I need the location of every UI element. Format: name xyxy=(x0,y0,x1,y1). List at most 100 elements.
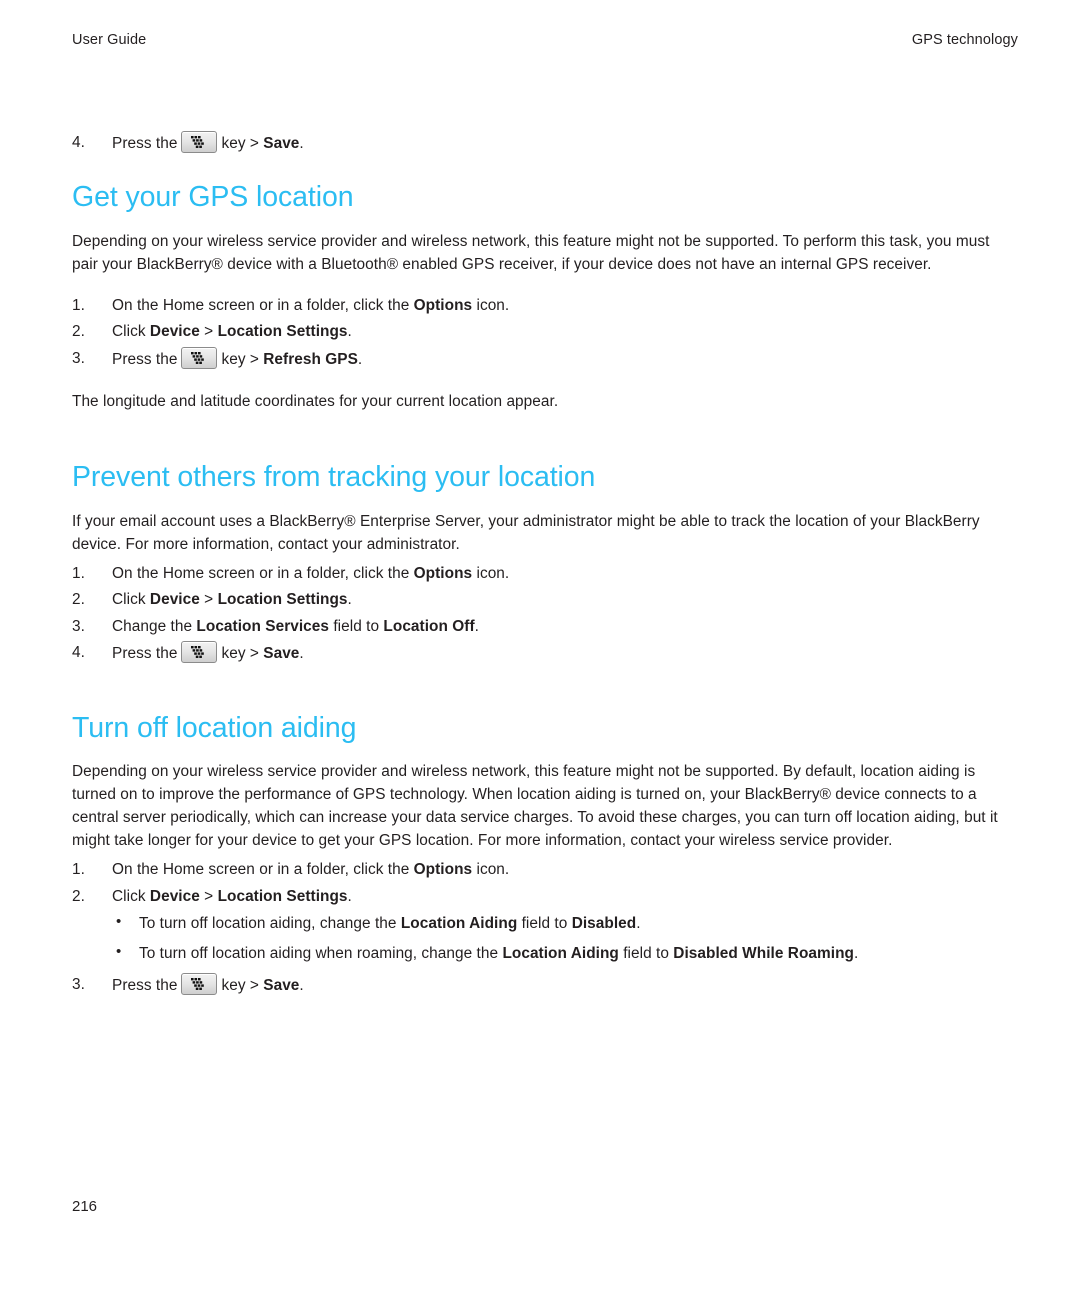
step-text-bold-2: Save xyxy=(263,645,300,663)
bullet-text-bold: Location Aiding xyxy=(502,945,619,963)
blackberry-menu-key-icon xyxy=(181,641,218,664)
list-item: 3. Change the Location Services field to … xyxy=(72,615,1018,638)
step-text-end: . xyxy=(347,591,352,609)
section-outro-1: The longitude and latitude coordinates f… xyxy=(72,393,559,411)
step-text-mid: icon. xyxy=(472,297,510,315)
list-item: • To turn off location aiding when roamin… xyxy=(112,942,1018,965)
document-page: User Guide GPS technology 4. Press the key… xyxy=(0,0,1080,1296)
list-number: 2. xyxy=(72,887,85,905)
list-item: • To turn off location aiding, change the… xyxy=(112,912,1018,935)
section-intro-1: Depending on your wireless service provi… xyxy=(72,233,990,274)
running-header: User Guide GPS technology xyxy=(72,32,1018,48)
step-text-pre: Press the xyxy=(112,350,178,368)
blackberry-menu-key-icon xyxy=(181,346,218,369)
section-heading-1: Get your GPS location xyxy=(72,181,354,214)
step-text-mid: key > xyxy=(221,645,264,663)
step-text-mid: icon. xyxy=(472,861,510,879)
step-text-bold-2: Location Off xyxy=(383,617,475,635)
bullet-text-pre: To turn off location aiding, change the xyxy=(139,914,401,932)
list-number: 1. xyxy=(72,861,85,879)
bullet-text-mid: field to xyxy=(618,945,674,963)
step-text-bold: Device xyxy=(149,591,200,609)
step-list-2: 1. On the Home screen or in a folder, cli… xyxy=(72,562,1018,666)
list-number: 3. xyxy=(72,975,85,993)
blackberry-menu-key-icon xyxy=(181,131,218,153)
bullet-marker: • xyxy=(116,912,122,930)
step-text-bold-2: Save xyxy=(263,976,300,994)
bullet-text-end: . xyxy=(636,914,641,932)
page-content: 4. Press the key > Save. Get your GPS loca… xyxy=(72,131,1018,1000)
step-text-end: . xyxy=(347,323,352,341)
step-text-bold: Options xyxy=(413,861,473,879)
bullet-text-mid: field to xyxy=(517,914,572,932)
step-text-pre: Press the xyxy=(112,645,178,663)
step-text-pre: Press the xyxy=(112,976,178,994)
list-number: 1. xyxy=(72,297,85,315)
step-text-bold: Options xyxy=(413,297,473,315)
list-item: 1. On the Home screen or in a folder, cli… xyxy=(72,562,1018,585)
list-number: 1. xyxy=(72,564,85,582)
step-text-bold-2: Refresh GPS xyxy=(263,350,358,368)
step-text-end: . xyxy=(347,887,352,905)
section-heading-2: Prevent others from tracking your locati… xyxy=(72,461,596,494)
step-text-pre: Press the xyxy=(112,135,178,152)
step-list-3: 1. On the Home screen or in a folder, cli… xyxy=(72,858,1018,997)
bullet-text-end: . xyxy=(853,945,859,963)
step-text-bold: Location Services xyxy=(196,617,330,635)
step-text-end: . xyxy=(474,617,479,635)
page-number: 216 xyxy=(72,1198,98,1215)
step-text-bold-2: Location Settings xyxy=(217,323,348,341)
step-text-mid: icon. xyxy=(472,564,510,582)
step-text-mid: field to xyxy=(329,617,384,635)
step-text-end: . xyxy=(299,135,304,152)
header-right-text: GPS technology xyxy=(911,32,1018,48)
list-item: 4. Press the key > Save. xyxy=(72,641,1018,665)
list-item: 2. Click Device > Location Settings. xyxy=(72,320,1018,343)
step-text-mid: > xyxy=(199,887,218,905)
step-text-bold: Device xyxy=(149,887,200,905)
step-text-pre: Click xyxy=(112,591,150,609)
list-number: 3. xyxy=(72,617,85,635)
bullet-text-bold: Location Aiding xyxy=(400,914,518,932)
list-number: 2. xyxy=(72,591,85,609)
list-item: 1. On the Home screen or in a folder, cli… xyxy=(72,858,1018,881)
step-text-mid: key > xyxy=(221,976,264,994)
step-text-mid: > xyxy=(199,591,218,609)
step-text-bold: Save xyxy=(263,135,300,152)
step-text-pre: Click xyxy=(112,323,150,341)
step-text-bold: Device xyxy=(149,323,200,341)
list-number: 4. xyxy=(72,644,85,662)
step-text-pre: On the Home screen or in a folder, click… xyxy=(112,861,414,879)
blackberry-menu-key-icon xyxy=(181,972,218,995)
list-number: 4. xyxy=(72,134,85,151)
step-text-end: . xyxy=(299,976,304,994)
step-text-bold-2: Location Settings xyxy=(217,887,348,905)
list-item: 2. Click Device > Location Settings. xyxy=(72,588,1018,611)
step-text-bold: Options xyxy=(413,564,473,582)
list-item: 3. Press the key > Refresh GPS. xyxy=(72,346,1018,371)
bullet-text-bold-2: Disabled While Roaming xyxy=(673,945,854,963)
section-intro-2: If your email account uses a BlackBerry®… xyxy=(72,513,980,553)
step-text-pre: Click xyxy=(112,887,150,905)
step-text-mid: key > xyxy=(221,135,259,152)
bullet-marker: • xyxy=(116,943,122,961)
section-heading-3: Turn off location aiding xyxy=(72,711,357,744)
header-left-text: User Guide xyxy=(72,32,147,48)
list-item: 4. Press the key > Save. xyxy=(72,131,1018,155)
section-intro-3: Depending on your wireless service provi… xyxy=(72,763,998,850)
sub-bullet-list: • To turn off location aiding, change the… xyxy=(112,912,1018,966)
step-text-pre: On the Home screen or in a folder, click… xyxy=(112,297,414,315)
list-number: 2. xyxy=(72,323,85,341)
list-item: 2. Click Device > Location Settings. • To … xyxy=(72,885,1018,966)
step-text-pre: Change the xyxy=(112,617,197,635)
step-text-end: . xyxy=(299,645,304,663)
step-text-mid: key > xyxy=(221,350,264,368)
list-item: 3. Press the key > Save. xyxy=(72,972,1018,997)
bullet-text-bold-2: Disabled xyxy=(571,914,637,932)
bullet-text-pre: To turn off location aiding when roaming… xyxy=(139,945,503,963)
step-text-mid: > xyxy=(199,323,218,341)
carryover-step-list: 4. Press the key > Save. xyxy=(72,131,1018,155)
list-item: 1. On the Home screen or in a folder, cli… xyxy=(72,294,1018,317)
step-list-1: 1. On the Home screen or in a folder, cli… xyxy=(72,294,1018,371)
